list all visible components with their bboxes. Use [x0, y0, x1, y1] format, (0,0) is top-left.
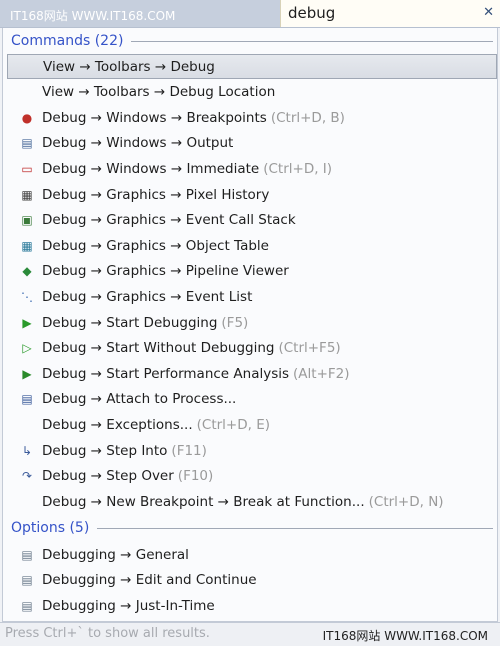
performance-icon: ▶: [22, 366, 32, 381]
blank-icon: [19, 494, 35, 510]
result-item[interactable]: ● Debug → Windows → Breakpoints (Ctrl+D, B…: [7, 105, 497, 130]
shortcut: (Ctrl+F5): [278, 340, 341, 357]
footer-hint: Press Ctrl+` to show all results.: [5, 626, 210, 641]
footer: Press Ctrl+` to show all results. IT168网…: [0, 622, 500, 646]
event-list-icon: ⋱: [21, 289, 33, 304]
shortcut: (Ctrl+D, B): [270, 109, 345, 126]
shortcut: (Ctrl+D, N): [368, 493, 444, 510]
item-label: Debug → Attach to Process...: [42, 391, 237, 408]
item-label: Debugging → Just-In-Time: [42, 597, 215, 614]
search-input[interactable]: [288, 4, 468, 22]
pipeline-icon: ◆: [22, 264, 32, 279]
result-item[interactable]: ▤ Debugging → Just-In-Time: [7, 593, 497, 618]
result-item[interactable]: ↳ Debug → Step Into (F11): [7, 438, 497, 463]
shortcut: (F11): [171, 442, 207, 459]
item-label: Debug → Windows → Breakpoints: [42, 109, 267, 126]
output-icon: ▤: [21, 136, 33, 151]
divider: [131, 40, 493, 42]
result-item[interactable]: ▶ Debug → Start Debugging (F5): [7, 310, 497, 335]
result-item[interactable]: ⋱ Debug → Graphics → Event List: [7, 284, 497, 309]
result-item[interactable]: ▤ Debugging → General: [7, 542, 497, 567]
item-label: Debug → Graphics → Event List: [42, 288, 253, 305]
item-label: Debugging → Edit and Continue: [42, 572, 257, 589]
result-item[interactable]: ▦ Debug → Graphics → Pixel History: [7, 182, 497, 207]
call-stack-icon: ▣: [21, 213, 33, 228]
result-item[interactable]: View → Toolbars → Debug Location: [7, 80, 497, 105]
item-label: Debug → Graphics → Pixel History: [42, 186, 270, 203]
result-item[interactable]: ▤ Debug → Attach to Process...: [7, 387, 497, 412]
item-label: Debug → Step Over: [42, 468, 174, 485]
result-item[interactable]: View → Toolbars → Debug: [7, 54, 497, 79]
commands-header: Commands (22): [11, 31, 497, 51]
close-icon[interactable]: ✕: [483, 5, 494, 20]
result-item[interactable]: ▭ Debug → Windows → Immediate (Ctrl+D, I): [7, 156, 497, 181]
item-label: Debug → Start Without Debugging: [42, 340, 275, 357]
section-title: Options (5): [11, 520, 90, 536]
item-label: Debug → Graphics → Event Call Stack: [42, 212, 296, 229]
result-item[interactable]: ▦ Debug → Graphics → Object Table: [7, 233, 497, 258]
options-page-icon: ▤: [21, 573, 33, 588]
divider: [97, 527, 493, 529]
item-label: View → Toolbars → Debug Location: [42, 84, 276, 101]
result-item[interactable]: ▤ Debugging → Edit and Continue: [7, 568, 497, 593]
shortcut: (F5): [221, 314, 249, 331]
step-over-icon: ↷: [21, 469, 33, 484]
play-icon: ▶: [22, 315, 32, 330]
result-item[interactable]: ▤ Debug → Windows → Output: [7, 131, 497, 156]
result-item[interactable]: ◆ Debug → Graphics → Pipeline Viewer: [7, 259, 497, 284]
item-label: Debug → Exceptions...: [42, 416, 193, 433]
item-label: Debug → Graphics → Object Table: [42, 237, 269, 254]
item-label: Debug → Graphics → Pipeline Viewer: [42, 263, 289, 280]
item-label: Debug → Step Into: [42, 442, 168, 459]
result-item[interactable]: Debug → Exceptions... (Ctrl+D, E): [7, 412, 497, 437]
item-label: Debug → Start Performance Analysis: [42, 365, 290, 382]
item-label: View → Toolbars → Debug: [43, 58, 215, 75]
watermark: IT168网站 WWW.IT168.COM: [322, 629, 488, 643]
result-item[interactable]: Debug → New Breakpoint → Break at Functi…: [7, 489, 497, 514]
item-label: Debug → Windows → Output: [42, 135, 234, 152]
result-item[interactable]: ▣ Debug → Graphics → Event Call Stack: [7, 208, 497, 233]
blank-icon: [20, 59, 36, 75]
shortcut: (Alt+F2): [293, 365, 350, 382]
section-title: Commands (22): [11, 33, 124, 49]
quick-launch-search[interactable]: ✕: [280, 0, 500, 27]
pixel-history-icon: ▦: [21, 187, 33, 202]
item-label: Debug → Windows → Immediate: [42, 160, 260, 177]
item-label: Debug → Start Debugging: [42, 314, 218, 331]
shortcut: (Ctrl+D, I): [263, 160, 333, 177]
result-item[interactable]: ▷ Debug → Start Without Debugging (Ctrl+F5…: [7, 336, 497, 361]
results-panel: Commands (22) View → Toolbars → Debug View…: [2, 28, 498, 622]
step-into-icon: ↳: [21, 443, 33, 458]
result-item[interactable]: ▶ Debug → Start Performance Analysis (Alt+…: [7, 361, 497, 386]
object-table-icon: ▦: [21, 238, 33, 253]
watermark: IT168网站 WWW.IT168.COM: [10, 9, 176, 23]
blank-icon: [19, 84, 35, 100]
shortcut: (F10): [177, 468, 214, 485]
options-header: Options (5): [11, 518, 497, 538]
blank-icon: [19, 417, 35, 433]
immediate-icon: ▭: [21, 161, 33, 176]
breakpoints-icon: ●: [21, 110, 33, 125]
play-outline-icon: ▷: [22, 341, 32, 356]
result-item[interactable]: ↷ Debug → Step Over (F10): [7, 464, 497, 489]
options-page-icon: ▤: [21, 598, 33, 613]
item-label: Debugging → General: [42, 546, 189, 563]
item-label: Debug → New Breakpoint → Break at Functi…: [42, 493, 365, 510]
options-page-icon: ▤: [21, 547, 33, 562]
attach-icon: ▤: [21, 392, 33, 407]
shortcut: (Ctrl+D, E): [196, 416, 271, 433]
